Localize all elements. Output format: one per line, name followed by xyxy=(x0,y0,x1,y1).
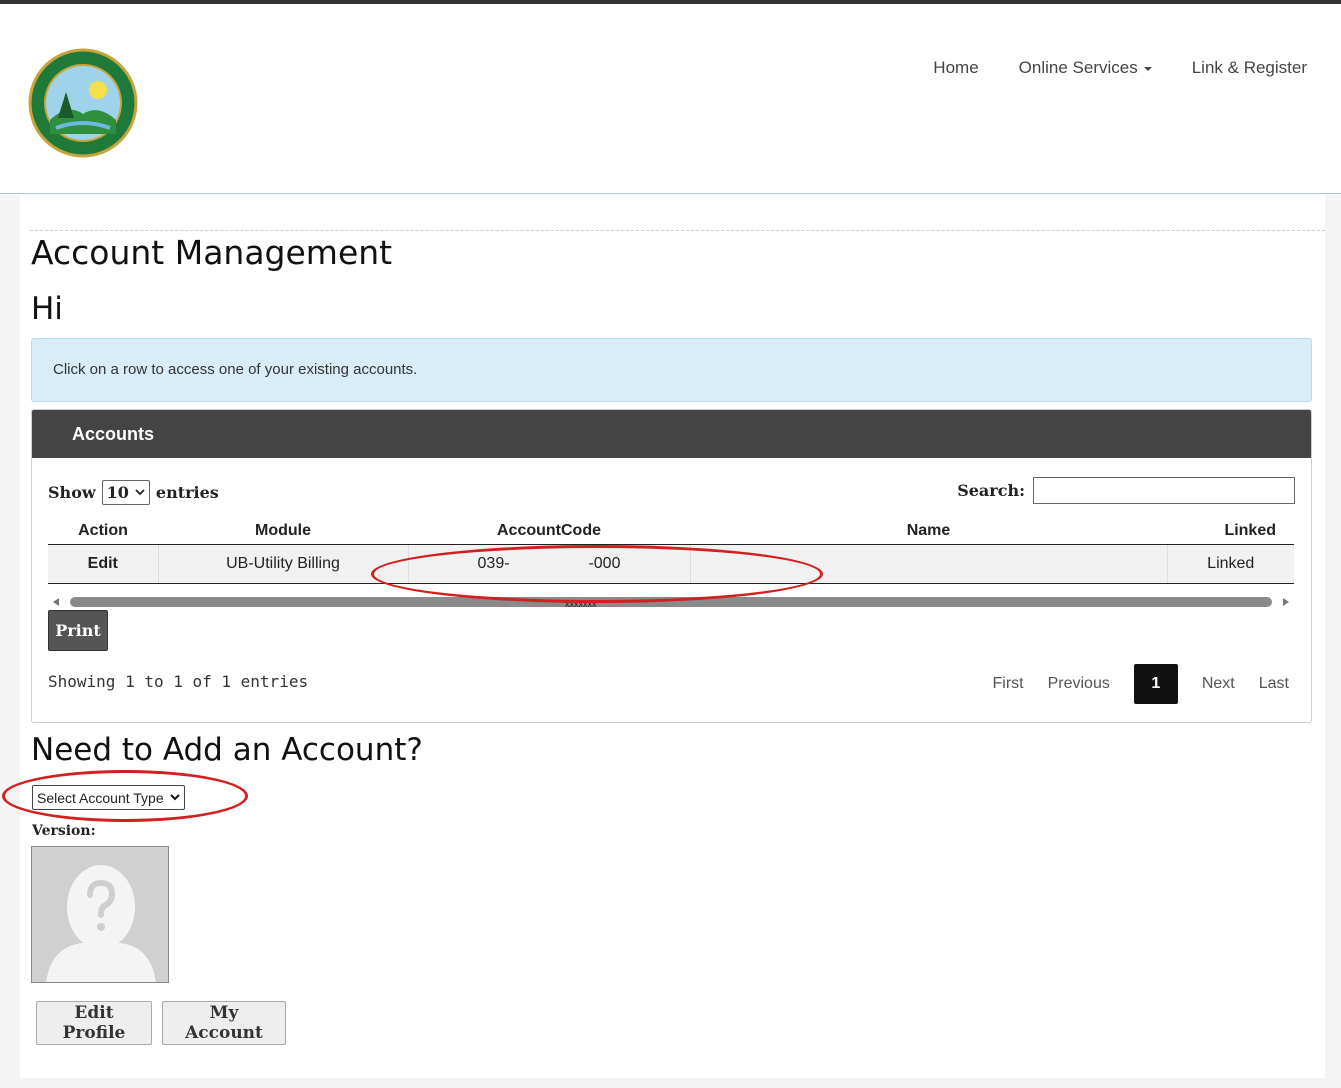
row-module: UB-Utility Billing xyxy=(158,544,409,584)
pagination: First Previous 1 Next Last xyxy=(992,664,1289,704)
col-linked[interactable]: Linked xyxy=(1167,518,1294,545)
accountcode-start: 039- xyxy=(477,554,510,572)
scrollbar-thumb[interactable] xyxy=(70,597,1272,607)
avatar xyxy=(31,846,169,983)
col-accountcode[interactable]: AccountCode xyxy=(408,518,690,545)
accounts-panel-title: Accounts xyxy=(32,410,1311,458)
table-header-row: Action Module AccountCode Name Linked xyxy=(48,518,1294,545)
row-linked: Linked xyxy=(1167,544,1294,584)
nav-online-services-label: Online Services xyxy=(1018,58,1138,77)
add-account-heading: Need to Add an Account? xyxy=(31,732,423,768)
horizontal-scrollbar[interactable] xyxy=(48,593,1294,609)
caret-down-icon xyxy=(1143,66,1152,71)
show-label: Show xyxy=(48,483,96,502)
page-current[interactable]: 1 xyxy=(1133,664,1178,704)
chevron-down-icon xyxy=(169,794,180,801)
account-type-value: Select Account Type xyxy=(37,789,164,806)
col-action[interactable]: Action xyxy=(48,518,158,545)
page-next[interactable]: Next xyxy=(1202,675,1235,693)
col-name[interactable]: Name xyxy=(690,518,1167,545)
table-row[interactable]: Edit UB-Utility Billing 039- -000 Linked xyxy=(48,544,1294,584)
account-type-select[interactable]: Select Account Type xyxy=(32,785,185,810)
nav-home[interactable]: Home xyxy=(933,58,978,78)
search-label: Search: xyxy=(957,481,1025,500)
unknown-user-icon xyxy=(32,847,168,982)
page-last[interactable]: Last xyxy=(1259,675,1289,693)
edit-profile-button[interactable]: Edit Profile xyxy=(36,1001,152,1045)
divider xyxy=(30,230,1325,231)
col-module[interactable]: Module xyxy=(158,518,408,545)
site-header: Home Online Services Link & Register xyxy=(0,4,1341,194)
print-button[interactable]: Print xyxy=(48,610,108,651)
search-control: Search: xyxy=(957,477,1295,504)
version-label: Version: xyxy=(32,823,96,839)
entries-select-value: 10 xyxy=(106,483,129,502)
row-name xyxy=(690,544,1168,584)
entries-select[interactable]: 10 xyxy=(101,480,150,505)
entries-label: entries xyxy=(155,483,219,502)
main-nav: Home Online Services Link & Register xyxy=(933,58,1307,78)
nav-online-services[interactable]: Online Services xyxy=(1019,58,1152,78)
greeting: Hi xyxy=(31,291,63,327)
row-accountcode: 039- -000 xyxy=(408,544,691,584)
my-account-button[interactable]: My Account xyxy=(162,1001,286,1045)
entries-length-control: Show 10 entries xyxy=(48,480,219,505)
redaction-mark: xxxxxxx xyxy=(565,599,597,609)
accounts-panel: Accounts Show 10 entries Search: Action … xyxy=(31,409,1312,723)
scroll-left-icon[interactable] xyxy=(53,598,59,606)
page-title: Account Management xyxy=(31,233,393,272)
page-previous[interactable]: Previous xyxy=(1048,675,1110,693)
page-first[interactable]: First xyxy=(992,675,1023,693)
table-info: Showing 1 to 1 of 1 entries xyxy=(48,672,309,691)
main-content: Account Management Hi Click on a row to … xyxy=(20,195,1325,1078)
info-alert: Click on a row to access one of your exi… xyxy=(31,338,1312,402)
chevron-down-icon xyxy=(135,489,145,496)
nav-link-register[interactable]: Link & Register xyxy=(1192,58,1307,78)
row-edit-link[interactable]: Edit xyxy=(48,544,159,584)
search-input[interactable] xyxy=(1033,477,1295,504)
accounts-table: Action Module AccountCode Name Linked Ed… xyxy=(48,518,1294,584)
township-seal-logo[interactable] xyxy=(28,48,138,158)
scroll-right-icon[interactable] xyxy=(1283,598,1289,606)
accountcode-end: -000 xyxy=(588,554,621,572)
